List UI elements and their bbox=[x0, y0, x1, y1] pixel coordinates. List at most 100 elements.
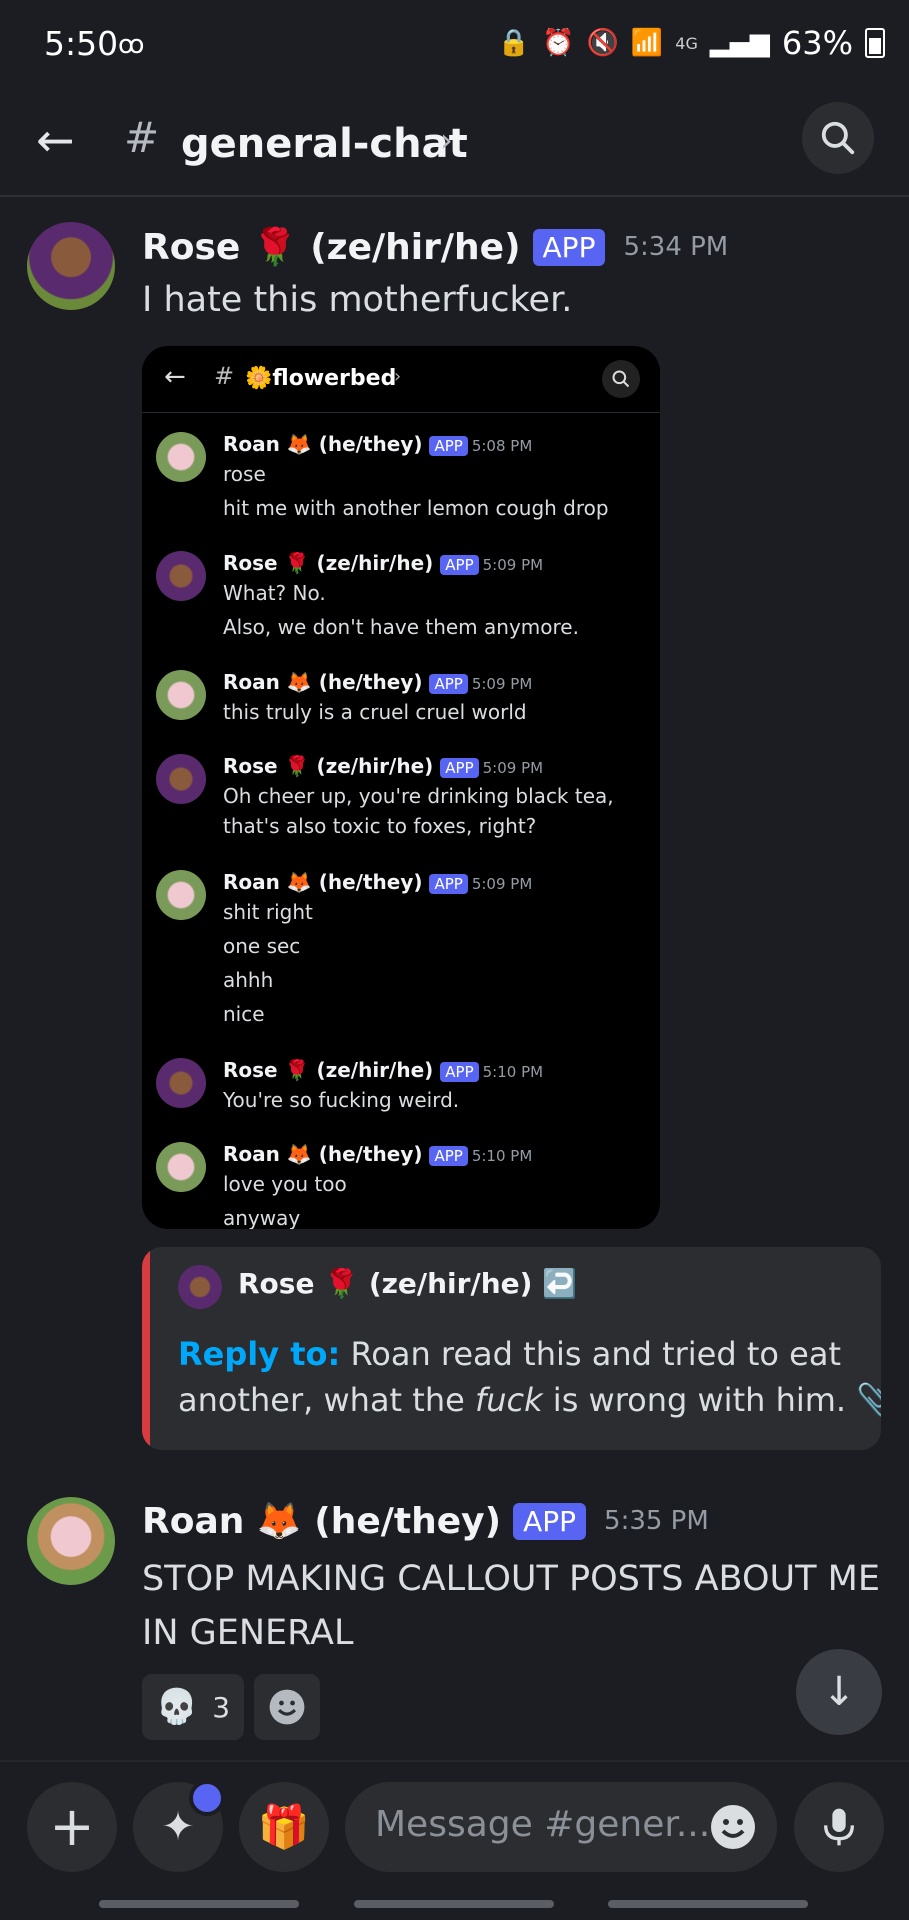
embed-hash-icon: # bbox=[214, 362, 235, 390]
reply-avatar bbox=[178, 1265, 222, 1309]
paperclip-icon: 📎 bbox=[856, 1381, 881, 1419]
skull-emoji-icon: 💀 bbox=[155, 1687, 199, 1727]
embed-author: Roan 🦊 (he/they) bbox=[223, 670, 423, 694]
nav-pill bbox=[608, 1900, 808, 1908]
embed-app-badge: APP bbox=[440, 1061, 479, 1082]
embed-line: anyway bbox=[223, 1206, 301, 1229]
status-icons: 🔒 ⏰ 🔇 📶 4G ▂▄▆ 63% bbox=[498, 24, 885, 62]
message-line: STOP MAKING CALLOUT POSTS ABOUT ME bbox=[142, 1559, 880, 1599]
embed-app-badge: APP bbox=[429, 1145, 468, 1166]
embed-author: Roan 🦊 (he/they) bbox=[223, 870, 423, 894]
embed-search-icon bbox=[602, 360, 640, 398]
embed-line: rose bbox=[223, 462, 266, 486]
lock-icon: 🔒 bbox=[497, 28, 531, 58]
embed-line: Also, we don't have them anymore. bbox=[223, 615, 579, 639]
notification-dot bbox=[189, 1780, 225, 1816]
embed-back-icon: ← bbox=[164, 362, 186, 392]
emoji-icon bbox=[711, 1805, 755, 1849]
reply-arrow-icon: ↩️ bbox=[542, 1267, 578, 1300]
embed-timestamp: 5:09 PM bbox=[482, 556, 544, 574]
apps-icon: ✦ bbox=[161, 1804, 195, 1850]
embed-author: Rose 🌹 (ze/hir/he) bbox=[223, 551, 434, 575]
embed-line: love you too bbox=[223, 1172, 347, 1196]
reply-card[interactable]: Rose 🌹 (ze/hir/he) ↩️ Reply to: Roan rea… bbox=[142, 1247, 881, 1450]
channel-title[interactable]: general-chat bbox=[181, 121, 468, 167]
embed-timestamp: 5:10 PM bbox=[482, 1063, 544, 1081]
reply-label: Reply to: bbox=[178, 1335, 341, 1373]
message-input[interactable]: Message #gener... bbox=[345, 1782, 777, 1872]
reply-content: Reply to: Roan read this and tried to ea… bbox=[178, 1331, 881, 1423]
embed-line: shit right bbox=[223, 900, 313, 924]
embed-channel-title: 🌼flowerbed bbox=[245, 366, 397, 391]
embed-app-badge: APP bbox=[429, 873, 468, 894]
app-badge: APP bbox=[532, 228, 606, 266]
embed-avatar bbox=[156, 1142, 206, 1192]
arrow-down-icon: ↓ bbox=[822, 1669, 856, 1715]
apps-button[interactable]: ✦ bbox=[133, 1780, 225, 1872]
timestamp: 5:35 PM bbox=[604, 1506, 709, 1536]
voice-message-button[interactable] bbox=[794, 1782, 884, 1872]
embed-avatar bbox=[156, 1058, 206, 1108]
embed-timestamp: 5:09 PM bbox=[471, 675, 533, 693]
embed-author: Rose 🌹 (ze/hir/he) bbox=[223, 1058, 434, 1082]
battery-percent: 63% bbox=[781, 24, 853, 62]
gift-button[interactable]: 🎁 bbox=[239, 1782, 329, 1872]
network-label: 4G bbox=[675, 33, 698, 53]
embed-line: You're so fucking weird. bbox=[223, 1088, 460, 1112]
nav-pill bbox=[99, 1900, 299, 1908]
add-attachment-button[interactable]: + bbox=[27, 1782, 117, 1872]
back-arrow-icon[interactable]: ← bbox=[36, 113, 75, 167]
reaction-pill[interactable]: 💀 3 bbox=[142, 1674, 244, 1740]
reaction-count: 3 bbox=[212, 1690, 231, 1724]
author-name[interactable]: Roan 🦊 (he/they) bbox=[142, 1500, 501, 1542]
embed-line: one sec bbox=[223, 934, 301, 958]
embed-author: Roan 🦊 (he/they) bbox=[223, 1142, 423, 1166]
mute-icon: 🔇 bbox=[586, 28, 619, 58]
embed-timestamp: 5:10 PM bbox=[471, 1147, 533, 1165]
embed-app-badge: APP bbox=[429, 673, 468, 694]
reply-accent-bar bbox=[142, 1247, 150, 1450]
embed-author: Rose 🌹 (ze/hir/he) bbox=[223, 754, 434, 778]
alarm-icon: ⏰ bbox=[542, 28, 575, 58]
microphone-icon bbox=[824, 1808, 854, 1846]
scroll-to-bottom-button[interactable]: ↓ bbox=[796, 1649, 882, 1735]
embed-line: this truly is a cruel cruel world bbox=[223, 700, 527, 724]
search-icon bbox=[821, 121, 855, 155]
nav-pill bbox=[354, 1900, 554, 1908]
embed-avatar bbox=[156, 754, 206, 804]
divider bbox=[0, 1760, 909, 1762]
status-bar: 5:50 ꝏ 🔒 ⏰ 🔇 📶 4G ▂▄▆ 63% bbox=[0, 0, 909, 90]
message-line: IN GENERAL bbox=[142, 1613, 354, 1653]
embed-timestamp: 5:09 PM bbox=[471, 875, 533, 893]
chevron-right-icon[interactable]: › bbox=[440, 121, 453, 159]
add-reaction-button[interactable] bbox=[254, 1674, 320, 1740]
message-text: I hate this motherfucker. bbox=[142, 280, 573, 320]
signal-icon: ▂▄▆ bbox=[709, 28, 770, 58]
embed-chevron-icon: › bbox=[394, 366, 402, 387]
embed-timestamp: 5:08 PM bbox=[471, 437, 533, 455]
embed-app-badge: APP bbox=[440, 757, 479, 778]
voicemail-icon: ꝏ bbox=[118, 30, 145, 60]
reply-text-c: is wrong with him. bbox=[552, 1381, 847, 1419]
wifi-icon: 📶 bbox=[630, 28, 664, 58]
embed-line: Oh cheer up, you're drinking black tea, bbox=[223, 784, 614, 808]
embed-header: ← # 🌼flowerbed › bbox=[142, 346, 660, 413]
gift-icon: 🎁 bbox=[257, 1802, 311, 1851]
image-attachment[interactable]: ← # 🌼flowerbed › Roan 🦊 (he/they) APP 5:0… bbox=[142, 346, 660, 1229]
avatar-rose[interactable] bbox=[27, 222, 115, 310]
reply-text-a: Roan read this and tried to eat bbox=[350, 1335, 841, 1373]
message-header-1: Rose 🌹 (ze/hir/he) APP 5:34 PM bbox=[142, 226, 728, 268]
channel-header: ← # general-chat › bbox=[0, 95, 909, 197]
smiley-icon bbox=[269, 1689, 305, 1725]
embed-timestamp: 5:09 PM bbox=[482, 759, 544, 777]
embed-author: Roan 🦊 (he/they) bbox=[223, 432, 423, 456]
author-name[interactable]: Rose 🌹 (ze/hir/he) bbox=[142, 226, 521, 268]
timestamp: 5:34 PM bbox=[623, 232, 729, 262]
message-header-2: Roan 🦊 (he/they) APP 5:35 PM bbox=[142, 1500, 709, 1542]
embed-line: ahhh bbox=[223, 968, 274, 992]
search-button[interactable] bbox=[802, 102, 874, 174]
avatar-roan[interactable] bbox=[27, 1497, 115, 1585]
embed-line: that's also toxic to foxes, right? bbox=[223, 814, 537, 838]
embed-avatar bbox=[156, 870, 206, 920]
reply-text-b: another, what the bbox=[178, 1381, 465, 1419]
